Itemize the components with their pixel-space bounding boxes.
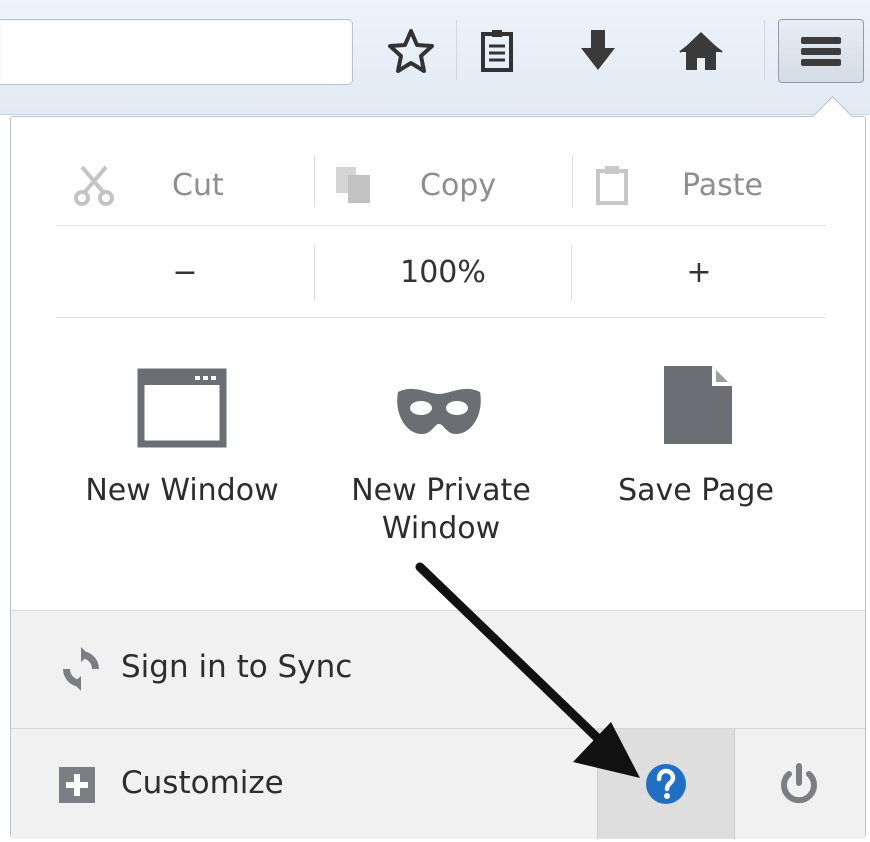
new-private-line2: Window (381, 511, 501, 546)
new-window-button[interactable]: New Window (57, 352, 307, 582)
cut-button[interactable]: Cut (74, 147, 314, 223)
new-private-window-button[interactable]: New Private Window (316, 352, 566, 582)
save-page-button[interactable]: Save Page (571, 352, 821, 582)
sync-label: Sign in to Sync (121, 649, 353, 685)
downloads-button[interactable] (573, 26, 623, 76)
edit-separator (314, 155, 315, 207)
zoom-in-button[interactable]: + (572, 227, 826, 317)
copy-button[interactable]: Copy (332, 147, 572, 223)
home-button[interactable] (676, 26, 726, 76)
home-icon (679, 32, 723, 70)
zoom-out-button[interactable]: − (56, 227, 314, 317)
sign-in-sync-button[interactable]: Sign in to Sync (11, 610, 865, 729)
save-page-label: Save Page (618, 473, 774, 508)
private-mask-icon (397, 388, 481, 434)
toolbar-separator (456, 20, 457, 80)
new-private-line1: New Private (351, 473, 531, 508)
sync-icon (63, 647, 99, 691)
navigation-toolbar (0, 0, 870, 115)
edit-controls: Cut Copy Paste (56, 147, 826, 223)
customize-plus-icon (59, 767, 95, 803)
zoom-level: 100% (400, 254, 486, 290)
edit-separator (572, 155, 573, 207)
customize-button[interactable]: Customize (11, 729, 596, 839)
menu-divider (56, 225, 826, 226)
window-icon (137, 368, 227, 448)
help-button[interactable] (597, 729, 735, 839)
paste-label: Paste (682, 167, 763, 203)
zoom-out-label: − (172, 254, 198, 290)
help-icon (646, 764, 686, 804)
download-icon (581, 30, 615, 70)
open-menu-button[interactable] (778, 19, 864, 83)
main-menu-panel: Cut Copy Paste − 100% + New Window New P… (10, 95, 866, 839)
customize-label: Customize (121, 765, 284, 801)
new-private-window-label: New Private Window (316, 472, 566, 548)
zoom-in-label: + (686, 254, 712, 290)
cut-label: Cut (172, 167, 224, 203)
document-icon (664, 366, 732, 444)
paste-button[interactable]: Paste (594, 147, 826, 223)
new-window-label: New Window (85, 473, 279, 508)
star-icon (388, 29, 434, 73)
reading-list-icon (481, 30, 513, 72)
zoom-controls: − 100% + (56, 227, 826, 317)
quit-button[interactable] (734, 729, 865, 839)
url-bar[interactable] (0, 19, 353, 85)
clipboard-icon (596, 166, 628, 205)
power-icon (781, 763, 817, 804)
bookmark-button[interactable] (386, 26, 436, 76)
menu-divider (56, 317, 826, 318)
copy-label: Copy (420, 167, 497, 203)
menu-footer: Customize (11, 728, 865, 839)
zoom-reset-button[interactable]: 100% (315, 227, 571, 317)
bookmarks-menu-button[interactable] (472, 26, 522, 76)
toolbar-separator (764, 20, 765, 80)
scissors-icon (74, 165, 114, 206)
copy-icon (336, 167, 370, 203)
